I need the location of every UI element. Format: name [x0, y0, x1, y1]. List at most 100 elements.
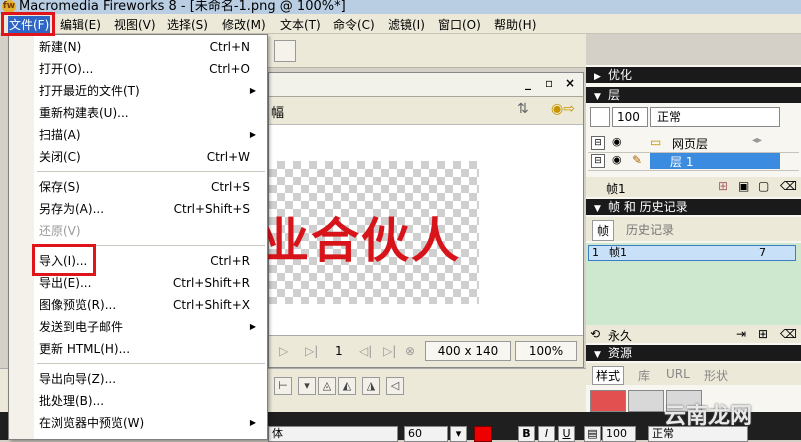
- assets-panel-header[interactable]: ▼ 资源: [586, 345, 801, 361]
- menu-item-close[interactable]: 关闭(C) Ctrl+W: [39, 147, 264, 167]
- submenu-arrow-icon: ▶: [249, 86, 256, 95]
- menu-view[interactable]: 视图(V): [114, 16, 156, 33]
- assets-panel-title: 资源: [608, 346, 633, 360]
- loop-label[interactable]: 永久: [608, 327, 632, 344]
- loop-icon[interactable]: ⟲: [590, 327, 600, 341]
- optimize-panel-title: 优化: [608, 68, 633, 82]
- menu-item-label: 导出(E)...: [39, 276, 92, 290]
- menu-bar: 文件(F) 编辑(E) 视图(V) 选择(S) 修改(M) 文本(T) 命令(C…: [0, 14, 801, 34]
- menu-edit[interactable]: 编辑(E): [60, 16, 101, 33]
- menu-item-label: 关闭(C): [39, 150, 81, 164]
- frames-list: 1 帧1 7: [586, 243, 801, 325]
- layer-opacity[interactable]: 100: [612, 107, 648, 127]
- expand-icon[interactable]: ⊟: [591, 136, 605, 150]
- menu-text[interactable]: 文本(T): [280, 16, 321, 33]
- warp-icon[interactable]: ◬: [318, 377, 336, 395]
- skew-icon[interactable]: ◁: [386, 377, 404, 395]
- tab-shapes[interactable]: 形状: [704, 367, 728, 384]
- toolbar-button[interactable]: [274, 40, 296, 62]
- tab-frames[interactable]: 帧: [592, 220, 615, 241]
- close-button[interactable]: ×: [565, 76, 575, 90]
- upload-icon[interactable]: ⇅: [517, 101, 529, 117]
- menu-filters[interactable]: 滤镜(I): [388, 16, 425, 33]
- mask-icon[interactable]: ▣: [738, 179, 749, 193]
- menu-item-shortcut: Ctrl+W: [206, 150, 250, 164]
- menu-item-update-html[interactable]: 更新 HTML(H)...: [39, 339, 264, 359]
- menu-item-shortcut: Ctrl+S: [210, 180, 250, 194]
- prev-frame-icon[interactable]: ◁|: [359, 344, 372, 358]
- menu-item-preview-browser[interactable]: 在浏览器中预览(W) ▶: [39, 413, 264, 433]
- trash-icon[interactable]: ⌫: [780, 179, 797, 193]
- expand-icon[interactable]: ⊟: [591, 154, 605, 168]
- layer-name-selected: 层 1: [650, 153, 780, 169]
- layer-row-1[interactable]: ⊟ ◉ ✎ 层 1: [588, 153, 799, 171]
- menu-item-open[interactable]: 打开(O)... Ctrl+O: [39, 59, 264, 79]
- menu-item-scan[interactable]: 扫描(A) ▶: [39, 125, 264, 145]
- last-frame-icon[interactable]: ▷|: [305, 344, 318, 358]
- next-frame-icon[interactable]: ▷|: [383, 344, 396, 358]
- menu-item-open-recent[interactable]: 打开最近的文件(T) ▶: [39, 81, 264, 101]
- frames-panel-header[interactable]: ▼ 帧 和 历史记录: [586, 199, 801, 215]
- menu-item-label: 批处理(B)...: [39, 394, 105, 408]
- menu-item-batch[interactable]: 批处理(B)...: [39, 391, 264, 411]
- frame-row[interactable]: 1 帧1 7: [588, 245, 796, 261]
- minimize-button[interactable]: _: [525, 76, 531, 90]
- share-icon: ◂▸: [752, 135, 763, 146]
- submenu-arrow-icon: ▶: [249, 418, 256, 427]
- menu-item-export[interactable]: 导出(E)... Ctrl+Shift+R: [39, 273, 264, 293]
- new-layer-icon[interactable]: ▢: [758, 179, 769, 193]
- tab-history[interactable]: 历史记录: [626, 221, 674, 238]
- menu-help[interactable]: 帮助(H): [494, 16, 536, 33]
- new-sublayer-icon[interactable]: ⊞: [718, 179, 728, 193]
- menu-modify[interactable]: 修改(M): [222, 16, 266, 33]
- menu-item-label: 图像预览(R)...: [39, 298, 117, 312]
- pencil-icon[interactable]: ✎: [632, 153, 642, 167]
- menu-item-send-email[interactable]: 发送到电子邮件 ▶: [39, 317, 264, 337]
- stop-icon[interactable]: ⊗: [405, 344, 415, 358]
- menu-commands[interactable]: 命令(C): [333, 16, 375, 33]
- canvas[interactable]: 业合伙人: [261, 125, 583, 335]
- canvas-size-display[interactable]: 400 x 140: [425, 341, 511, 361]
- menu-item-label: 发送到电子邮件: [39, 320, 124, 334]
- zoom-dropdown[interactable]: 100%: [515, 341, 577, 361]
- align-left-icon[interactable]: ▾: [298, 377, 316, 395]
- layers-panel-header[interactable]: ▼ 层: [586, 87, 801, 103]
- frames-panel-title: 帧 和 历史记录: [608, 200, 688, 214]
- file-menu-dropdown: 新建(N) Ctrl+N 打开(O)... Ctrl+O 打开最近的文件(T) ▶ 重…: [8, 34, 268, 440]
- frame-number: 1: [335, 344, 343, 358]
- tab-url[interactable]: URL: [666, 367, 690, 381]
- distort-icon[interactable]: ◭: [338, 377, 356, 395]
- layer-blend-mode[interactable]: 正常: [650, 107, 780, 127]
- highlight-import-item: [32, 244, 96, 276]
- style-swatch[interactable]: [590, 390, 626, 412]
- distribute-icon[interactable]: ⇥: [736, 327, 746, 341]
- preview-bulb-icon[interactable]: ◉⇨: [551, 101, 575, 117]
- menu-item-save-as[interactable]: 另存为(A)... Ctrl+Shift+S: [39, 199, 264, 219]
- play-icon[interactable]: ▷: [279, 344, 288, 358]
- menu-item-new[interactable]: 新建(N) Ctrl+N: [39, 37, 264, 57]
- optimize-panel-header[interactable]: ▶ 优化: [586, 67, 801, 83]
- eye-icon[interactable]: ◉: [612, 153, 622, 166]
- menu-item-image-preview[interactable]: 图像预览(R)... Ctrl+Shift+X: [39, 295, 264, 315]
- assets-tabs: 样式 库 URL 形状: [586, 363, 801, 385]
- watermark-text: 云南龙网: [664, 404, 753, 429]
- menu-window[interactable]: 窗口(O): [438, 16, 481, 33]
- menu-select[interactable]: 选择(S): [167, 16, 208, 33]
- flip-icon[interactable]: ◮: [362, 377, 380, 395]
- submenu-arrow-icon: ▶: [249, 130, 256, 139]
- align-dropdown-icon[interactable]: ⊢: [274, 377, 292, 395]
- tab-styles[interactable]: 样式: [592, 366, 625, 385]
- tab-library[interactable]: 库: [638, 367, 650, 384]
- eye-icon[interactable]: ◉: [612, 135, 622, 148]
- title-bar: fw Macromedia Fireworks 8 - [未命名-1.png @…: [0, 0, 801, 14]
- layer-row-web[interactable]: ⊟ ◉ ▭ 网页层 ◂▸: [588, 135, 799, 153]
- menu-item-save[interactable]: 保存(S) Ctrl+S: [39, 177, 264, 197]
- menu-item-rebuild[interactable]: 重新构建表(U)...: [39, 103, 264, 123]
- document-tab[interactable]: 幅: [271, 102, 284, 121]
- style-swatch[interactable]: [628, 390, 664, 412]
- new-frame-icon[interactable]: ⊞: [758, 327, 768, 341]
- document-window-header: _ ▫ ×: [269, 73, 583, 97]
- restore-button[interactable]: ▫: [545, 76, 553, 90]
- menu-item-export-wizard[interactable]: 导出向导(Z)...: [39, 369, 264, 389]
- delete-frame-icon[interactable]: ⌫: [780, 327, 797, 341]
